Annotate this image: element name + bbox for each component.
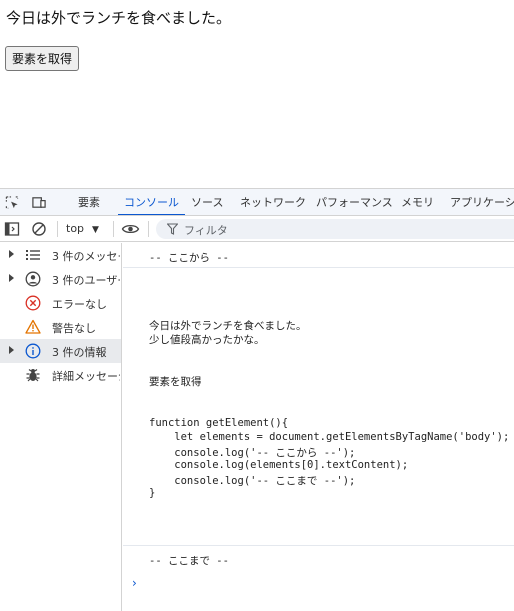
sidebar-item-errors[interactable]: エラーなし xyxy=(0,291,121,315)
sidebar-item-label: 3 件のユーザー メッセージ xyxy=(52,274,120,287)
live-expression-eye-icon[interactable] xyxy=(121,221,140,237)
sidebar-toggle-icon[interactable] xyxy=(4,221,20,237)
console-sidebar: 3 件のメッセージ 3 件のユーザー メッセージ エラーなし xyxy=(0,243,122,611)
sidebar-item-label: 3 件のメッセージ xyxy=(52,250,120,263)
console-text-line: 少し値段高かったかな。 xyxy=(149,334,265,346)
console-code-line: let elements = document.getElementsByTag… xyxy=(149,431,510,443)
list-icon xyxy=(26,250,40,260)
context-selector[interactable]: top ▼ xyxy=(66,220,99,238)
bug-icon xyxy=(26,369,40,382)
console-code-line: } xyxy=(149,487,156,499)
sidebar-item-label: 警告なし xyxy=(52,322,96,335)
console-button-text: 要素を取得 xyxy=(149,376,202,388)
filter-input[interactable]: フィルタ xyxy=(156,219,514,239)
sidebar-item-label: 3 件の情報 xyxy=(52,346,107,359)
console-code-line: console.log('-- ここから --'); xyxy=(149,447,356,459)
toolbar-divider xyxy=(57,221,58,237)
tab-application[interactable]: アプリケーション xyxy=(450,189,514,215)
filter-placeholder: フィルタ xyxy=(184,224,228,237)
console-end-marker: -- ここまで -- xyxy=(149,555,229,567)
clear-console-icon[interactable] xyxy=(31,221,47,237)
console-text-line: 今日は外でランチを食べました。 xyxy=(149,320,307,332)
tab-console[interactable]: コンソール xyxy=(118,189,185,215)
warning-icon xyxy=(25,319,41,334)
tab-sources[interactable]: ソース xyxy=(191,189,223,215)
sidebar-item-messages[interactable]: 3 件のメッセージ xyxy=(0,243,121,267)
console-output: -- ここから -- 今日は外でランチを食べました。 少し値段高かったかな。 要… xyxy=(123,243,514,611)
inspect-element-icon[interactable] xyxy=(4,195,20,210)
info-icon xyxy=(25,343,41,359)
console-toolbar: top ▼ フィルタ xyxy=(0,216,514,242)
sidebar-item-warnings[interactable]: 警告なし xyxy=(0,315,121,339)
expand-arrow-icon[interactable] xyxy=(9,346,14,354)
sidebar-item-info[interactable]: 3 件の情報 xyxy=(0,339,121,363)
sidebar-item-verbose[interactable]: 詳細メッセージ xyxy=(0,363,121,387)
page-heading: 今日は外でランチを食べました。 xyxy=(6,9,232,27)
tab-network[interactable]: ネットワーク xyxy=(240,189,306,215)
filter-icon xyxy=(167,223,178,235)
device-toolbar-icon[interactable] xyxy=(31,195,47,210)
devtools-tab-bar: 要素 コンソール ソース ネットワーク パフォーマンス メモリ アプリケーション xyxy=(0,189,514,216)
console-code-line: console.log(elements[0].textContent); xyxy=(149,459,409,471)
sidebar-item-label: エラーなし xyxy=(52,298,107,311)
sidebar-item-user-messages[interactable]: 3 件のユーザー メッセージ xyxy=(0,267,121,291)
tab-performance[interactable]: パフォーマンス xyxy=(316,189,393,215)
toolbar-divider xyxy=(148,221,149,237)
console-message-divider xyxy=(123,267,514,268)
context-value: top xyxy=(66,222,85,235)
tab-elements[interactable]: 要素 xyxy=(78,189,100,215)
expand-arrow-icon[interactable] xyxy=(9,250,14,258)
expand-arrow-icon[interactable] xyxy=(9,274,14,282)
tab-memory[interactable]: メモリ xyxy=(401,189,434,215)
sidebar-item-label: 詳細メッセージ xyxy=(52,370,120,383)
console-code-line: console.log('-- ここまで --'); xyxy=(149,475,356,487)
console-prompt-icon[interactable]: › xyxy=(132,576,137,590)
console-message-divider xyxy=(123,545,514,546)
devtools-panel: 要素 コンソール ソース ネットワーク パフォーマンス メモリ アプリケーション… xyxy=(0,188,514,611)
console-code-line: function getElement(){ xyxy=(149,417,289,429)
toolbar-divider xyxy=(113,221,114,237)
user-icon xyxy=(25,271,41,287)
get-element-button[interactable]: 要素を取得 xyxy=(5,46,80,71)
error-icon xyxy=(25,295,41,311)
console-start-marker: -- ここから -- xyxy=(149,252,229,264)
chevron-down-icon: ▼ xyxy=(92,225,99,235)
